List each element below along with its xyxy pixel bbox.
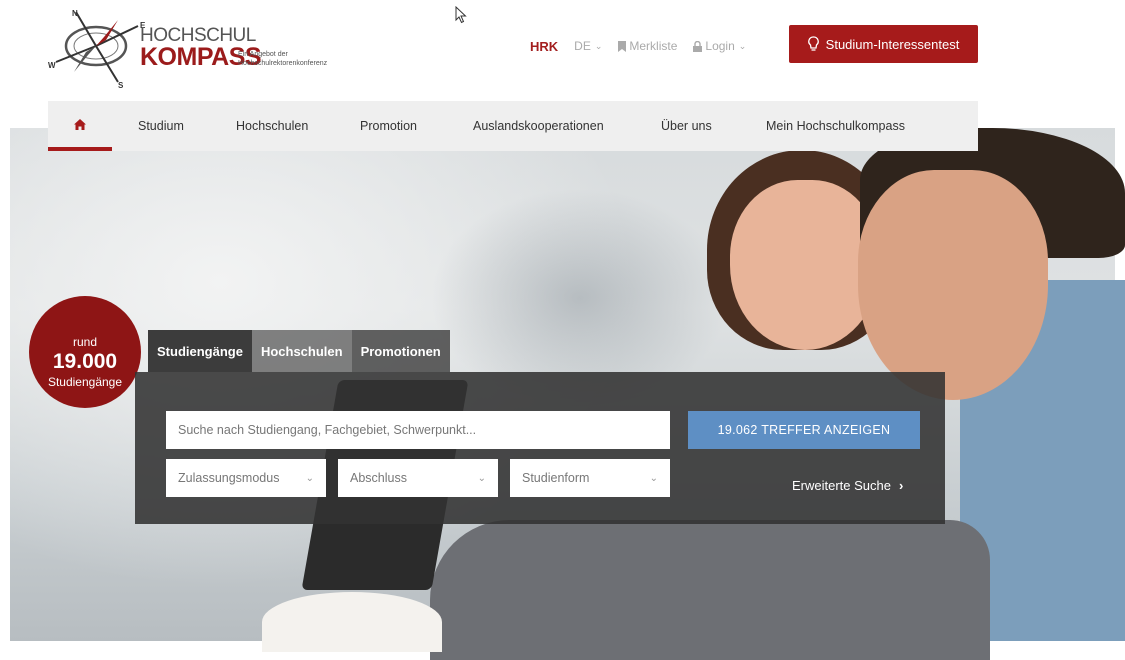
badge-label: Studiengänge (47, 375, 123, 389)
chevron-right-icon: › (899, 478, 904, 493)
advanced-search-link[interactable]: Erweiterte Suche › (792, 478, 903, 493)
search-panel: Suche nach Studiengang, Fachgebiet, Schw… (135, 372, 945, 524)
hrk-link[interactable]: HRK (530, 39, 558, 54)
compass-letter-s: S (118, 81, 124, 90)
search-input[interactable]: Suche nach Studiengang, Fachgebiet, Schw… (166, 411, 670, 449)
tab-promotionen[interactable]: Promotionen (351, 330, 450, 372)
nav-item-auslandskooperationen[interactable]: Auslandskooperationen (473, 119, 604, 133)
badge-prefix: rund (72, 335, 98, 349)
watchlist-link[interactable]: Merkliste (618, 39, 677, 53)
filter-studienform[interactable]: Studienform ⌄ (510, 459, 670, 497)
filter-label: Abschluss (350, 471, 407, 485)
hero-person-arm (430, 520, 990, 660)
nav-item-ueber-uns[interactable]: Über uns (661, 119, 712, 133)
nav-item-studium[interactable]: Studium (138, 119, 184, 133)
tab-studiengaenge[interactable]: Studiengänge (148, 330, 252, 372)
nav-item-hochschulen[interactable]: Hochschulen (236, 119, 308, 133)
nav-item-promotion[interactable]: Promotion (360, 119, 417, 133)
chevron-down-icon: ⌄ (649, 472, 658, 484)
program-count-badge: rund 19.000 Studiengänge (29, 296, 141, 408)
compass-icon: N E S W (48, 9, 146, 90)
login-menu[interactable]: Login ⌄ (693, 39, 746, 53)
chevron-down-icon: ⌄ (305, 472, 314, 484)
watchlist-label: Merkliste (629, 39, 678, 53)
filter-abschluss[interactable]: Abschluss ⌄ (338, 459, 498, 497)
chevron-down-icon: ⌄ (594, 40, 603, 51)
login-label: Login (705, 39, 735, 53)
compass-letter-n: N (72, 9, 78, 18)
hochschulkompass-logo[interactable]: N E S W HOCHSCHUL KOMPASS Ein Angebot de… (48, 6, 378, 90)
filter-label: Zulassungsmodus (178, 471, 280, 485)
search-tabs: Studiengänge Hochschulen Promotionen (148, 330, 450, 372)
interest-test-label: Studium-Interessentest (825, 36, 960, 52)
chevron-down-icon: ⌄ (477, 472, 486, 484)
language-selector[interactable]: DE ⌄ (574, 39, 602, 53)
filter-zulassungsmodus[interactable]: Zulassungsmodus ⌄ (166, 459, 326, 497)
home-icon (74, 118, 86, 130)
logo-tagline: Ein Angebot der Hochschulrektorenkonfere… (238, 51, 328, 67)
language-label: DE (574, 39, 591, 53)
main-navigation: Studium Hochschulen Promotion Auslandsko… (48, 101, 978, 151)
mouse-cursor-icon (455, 6, 467, 24)
top-links: HRK DE ⌄ Merkliste Login ⌄ (530, 38, 762, 54)
compass-letter-w: W (48, 61, 56, 70)
hero-person-face (858, 170, 1048, 400)
interest-test-button[interactable]: Studium-Interessentest (789, 25, 978, 63)
show-results-button[interactable]: 19.062 TREFFER ANZEIGEN (688, 411, 920, 449)
site-header: N E S W HOCHSCHUL KOMPASS Ein Angebot de… (0, 0, 1125, 100)
hero-cup (262, 592, 442, 652)
nav-home[interactable] (48, 101, 112, 151)
chevron-down-icon: ⌄ (738, 40, 747, 51)
advanced-search-label: Erweiterte Suche (792, 478, 891, 493)
lock-icon (693, 40, 703, 52)
filter-label: Studienform (522, 471, 590, 485)
bookmark-icon (618, 40, 627, 52)
nav-item-mein-hochschulkompass[interactable]: Mein Hochschulkompass (766, 119, 905, 133)
tab-hochschulen[interactable]: Hochschulen (251, 330, 352, 372)
badge-number: 19.000 (52, 350, 118, 373)
lightbulb-icon (807, 36, 819, 51)
